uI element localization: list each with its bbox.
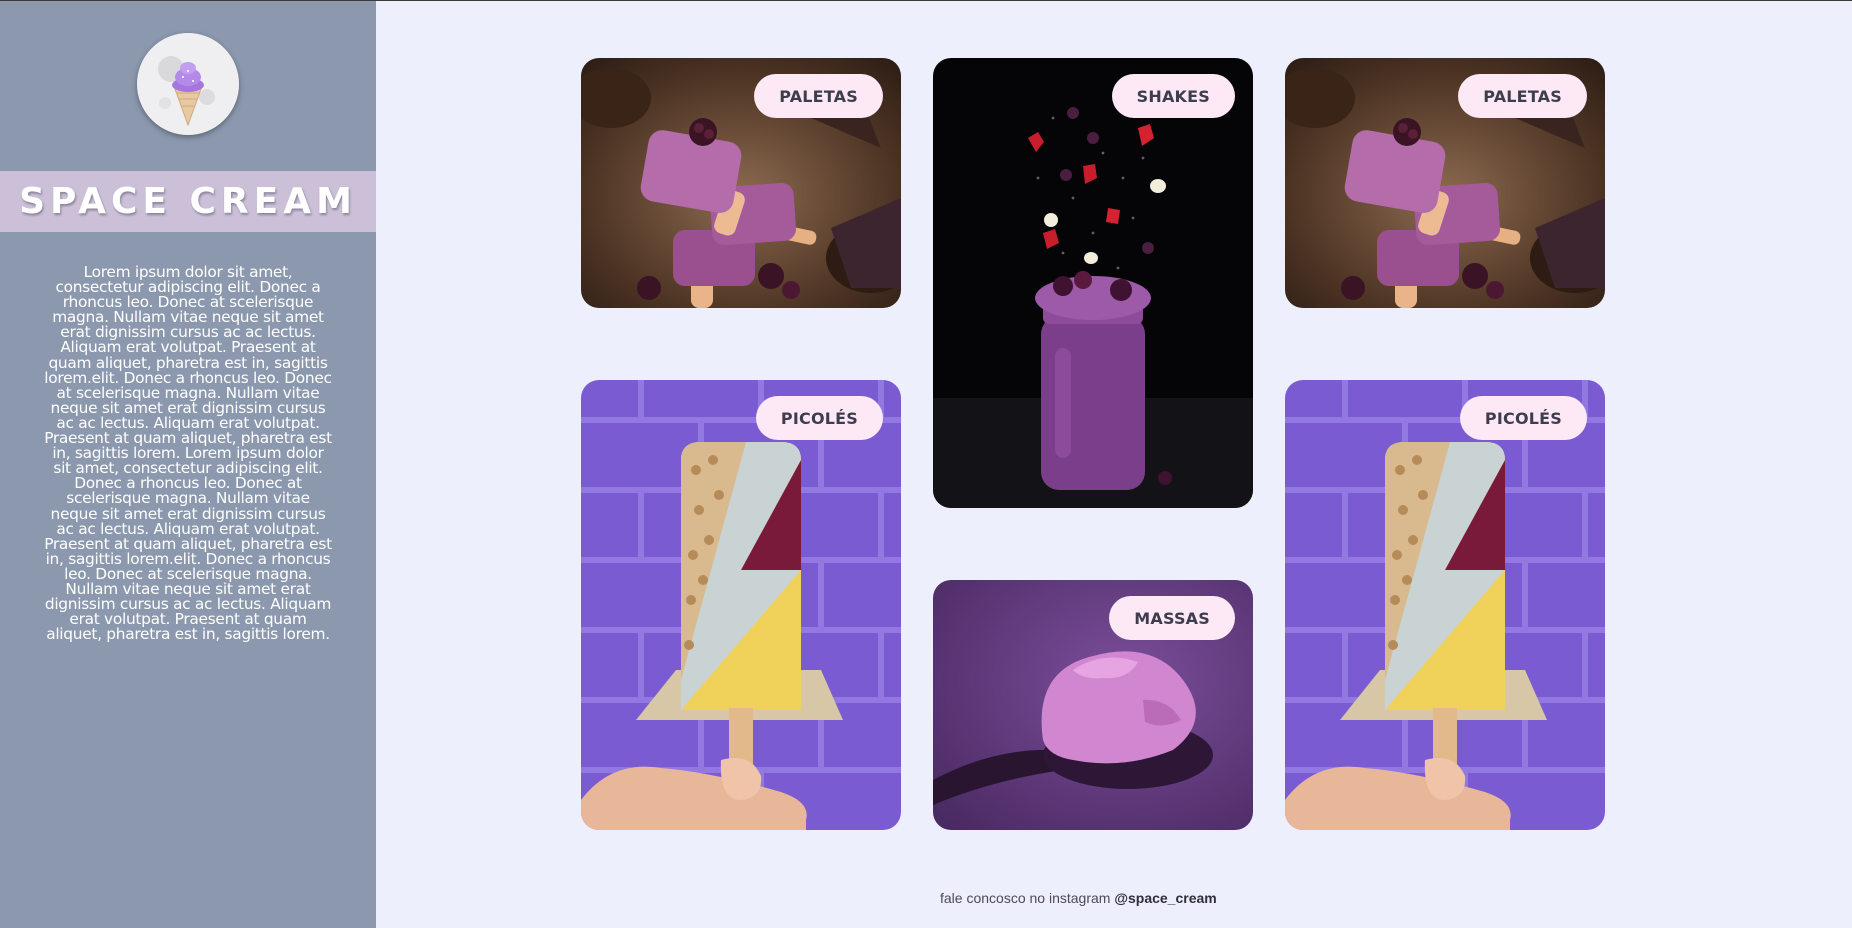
category-tag[interactable]: MASSAS xyxy=(1109,596,1235,640)
logo[interactable] xyxy=(137,33,239,135)
category-tag[interactable]: PICOLÉS xyxy=(755,396,883,440)
card-paletas-2[interactable]: PALETAS xyxy=(1285,58,1605,308)
berry-shake-jar-photo xyxy=(933,58,1253,508)
category-tag[interactable]: PALETAS xyxy=(1458,74,1587,118)
card-massas[interactable]: MASSAS xyxy=(933,580,1253,830)
ice-cream-cone-icon xyxy=(137,33,239,135)
footer-text: fale concosco no instagram xyxy=(940,890,1115,906)
brand-band: SPACE CREAM xyxy=(0,171,376,232)
card-picoles-1[interactable]: PICOLÉS xyxy=(581,380,901,830)
instagram-link[interactable]: @space_cream xyxy=(1114,890,1216,906)
brand-title: SPACE CREAM xyxy=(19,181,357,222)
category-tag[interactable]: PALETAS xyxy=(754,74,883,118)
category-tag[interactable]: PICOLÉS xyxy=(1459,396,1587,440)
brand-description: Lorem ipsum dolor sit amet, consectetur … xyxy=(44,263,332,644)
sidebar: SPACE CREAM Lorem ipsum dolor sit amet, … xyxy=(0,1,376,928)
popsicle-in-hand-photo xyxy=(1285,380,1605,830)
card-picoles-2[interactable]: PICOLÉS xyxy=(1285,380,1605,830)
card-paletas-1[interactable]: PALETAS xyxy=(581,58,901,308)
popsicle-in-hand-photo xyxy=(581,380,901,830)
category-tag[interactable]: SHAKES xyxy=(1111,74,1235,118)
card-shakes[interactable]: SHAKES xyxy=(933,58,1253,508)
footer: fale concosco no instagram @space_cream xyxy=(940,890,1217,906)
